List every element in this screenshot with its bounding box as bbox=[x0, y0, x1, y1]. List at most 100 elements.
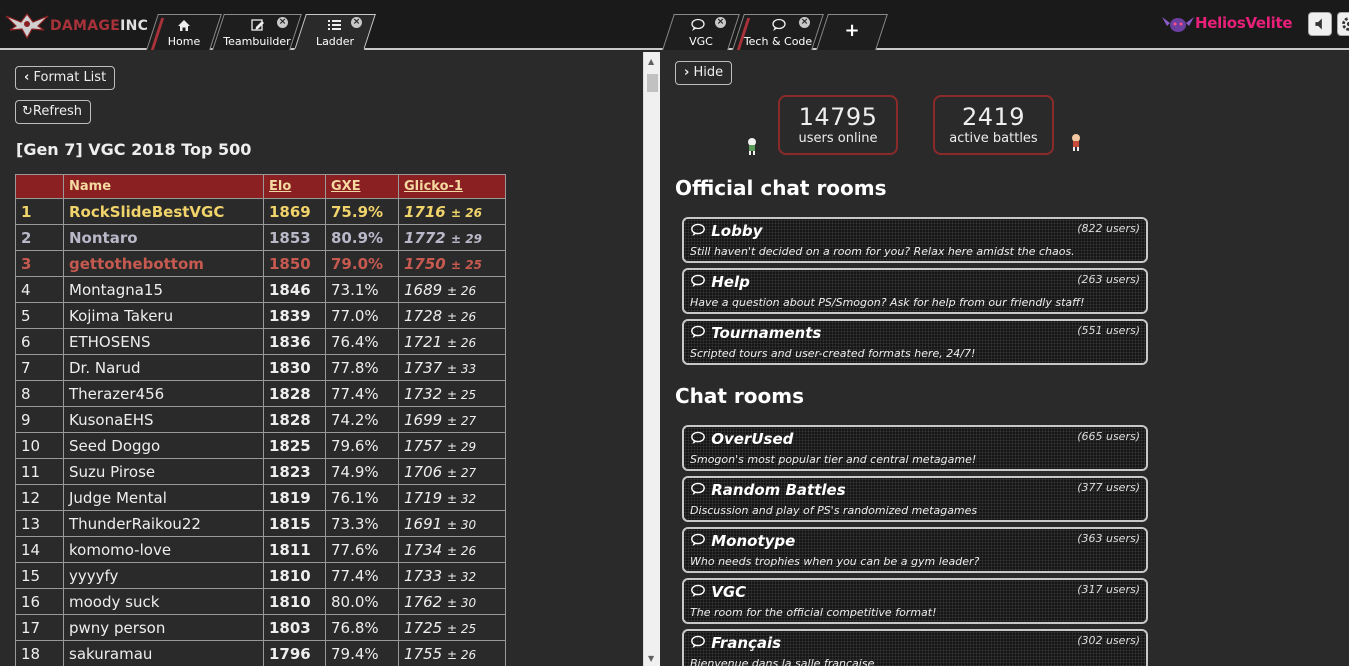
player-name-cell[interactable]: RockSlideBestVGC bbox=[63, 198, 264, 225]
active-battles-stat[interactable]: 2419 active battles bbox=[933, 95, 1054, 155]
tab-vgc[interactable]: VGC × bbox=[662, 14, 740, 50]
room-user-count: (302 users) bbox=[1077, 634, 1140, 647]
room-name: Monotype bbox=[690, 532, 795, 550]
player-name-cell[interactable]: Montagna15 bbox=[63, 276, 264, 303]
room-name-text: Monotype bbox=[711, 532, 796, 550]
tab-tech-code[interactable]: Tech & Code × bbox=[732, 14, 824, 50]
glicko-value: 1737 bbox=[404, 358, 443, 377]
rank-cell: 1 bbox=[15, 198, 64, 225]
player-name-cell[interactable]: Nontaro bbox=[63, 224, 264, 251]
gxe-cell: 79.6% bbox=[325, 432, 399, 459]
player-name-cell[interactable]: Suzu Pirose bbox=[63, 458, 264, 485]
new-tab-button[interactable]: + bbox=[816, 14, 888, 50]
room-name-text: Lobby bbox=[711, 222, 763, 240]
player-name-cell[interactable]: gettothebottom bbox=[63, 250, 264, 277]
username[interactable]: HeliosVelite bbox=[1195, 14, 1293, 32]
options-button[interactable] bbox=[1337, 12, 1349, 36]
format-list-button[interactable]: ‹ Format List bbox=[15, 66, 116, 90]
tab-home[interactable]: Home bbox=[146, 14, 222, 50]
scroll-down-icon[interactable]: ▼ bbox=[648, 654, 654, 663]
glicko-cell: 1706 ± 27 bbox=[398, 458, 506, 485]
glicko-deviation: ± 26 bbox=[446, 335, 477, 350]
player-name-cell[interactable]: komomo-love bbox=[63, 536, 264, 563]
avatar-icon[interactable] bbox=[1161, 13, 1195, 35]
gxe-cell: 73.1% bbox=[325, 276, 399, 303]
table-row: 9 KusonaEHS 1828 74.2% 1699 ± 27 bbox=[15, 406, 506, 433]
logo-eagle-icon[interactable] bbox=[4, 10, 50, 40]
chat-room-card[interactable]: Random Battles (377 users) Discussion and … bbox=[682, 476, 1148, 522]
users-online-label: users online bbox=[798, 131, 878, 146]
elo-cell: 1803 bbox=[263, 614, 326, 641]
glicko-cell: 1733 ± 32 bbox=[398, 562, 506, 589]
chat-room-card[interactable]: VGC (317 users) The room for the official … bbox=[682, 578, 1148, 624]
elo-column-header[interactable]: Elo bbox=[263, 174, 326, 199]
player-name-cell[interactable]: Seed Doggo bbox=[63, 432, 264, 459]
gxe-cell: 76.4% bbox=[325, 328, 399, 355]
table-row: 12 Judge Mental 1819 76.1% 1719 ± 32 bbox=[15, 484, 506, 511]
rooms-pane: › Hide 14795 users online 2419 active ba… bbox=[660, 52, 1349, 666]
scroll-up-icon[interactable]: ▲ bbox=[648, 57, 654, 66]
rank-cell: 16 bbox=[15, 588, 64, 615]
glicko-cell: 1755 ± 26 bbox=[398, 640, 506, 666]
gear-icon bbox=[1342, 17, 1349, 31]
player-name-cell[interactable]: Kojima Takeru bbox=[63, 302, 264, 329]
elo-cell: 1810 bbox=[263, 588, 326, 615]
close-icon[interactable]: × bbox=[799, 17, 810, 28]
users-online-stat[interactable]: 14795 users online bbox=[778, 95, 898, 155]
glicko-value: 1728 bbox=[404, 306, 443, 325]
gxe-cell: 77.6% bbox=[325, 536, 399, 563]
tab-vgc-label: VGC bbox=[689, 35, 713, 48]
player-name-cell[interactable]: Therazer456 bbox=[63, 380, 264, 407]
table-row: 5 Kojima Takeru 1839 77.0% 1728 ± 26 bbox=[15, 302, 506, 329]
ladder-scrollbar[interactable]: ▲ ▼ bbox=[643, 52, 660, 666]
elo-cell: 1830 bbox=[263, 354, 326, 381]
player-name-cell[interactable]: ThunderRaikou22 bbox=[63, 510, 264, 537]
close-icon[interactable]: × bbox=[715, 17, 726, 28]
name-column-header: Name bbox=[63, 174, 264, 199]
player-name-cell[interactable]: pwny person bbox=[63, 614, 264, 641]
chat-room-card[interactable]: Monotype (363 users) Who needs trophies wh… bbox=[682, 527, 1148, 573]
logo-text[interactable]: DAMAGEINC bbox=[50, 18, 148, 34]
glicko-column-header[interactable]: Glicko-1 bbox=[398, 174, 506, 199]
volume-button[interactable] bbox=[1308, 12, 1332, 36]
room-description: Have a question about PS/Smogon? Ask for… bbox=[690, 296, 1085, 309]
tab-teambuilder[interactable]: Teambuilder × bbox=[212, 14, 302, 50]
logo-text-inc: INC bbox=[120, 18, 149, 34]
gxe-column-header[interactable]: GXE bbox=[325, 174, 399, 199]
glicko-deviation: ± 32 bbox=[446, 491, 477, 506]
glicko-deviation: ± 25 bbox=[446, 387, 477, 402]
close-icon[interactable]: × bbox=[277, 17, 288, 28]
chat-icon bbox=[691, 223, 705, 236]
tab-ladder[interactable]: Ladder × bbox=[294, 14, 376, 50]
player-name-cell[interactable]: moody suck bbox=[63, 588, 264, 615]
glicko-deviation: ± 25 bbox=[446, 621, 477, 636]
rank-cell: 13 bbox=[15, 510, 64, 537]
elo-cell: 1796 bbox=[263, 640, 326, 666]
player-name-cell[interactable]: ETHOSENS bbox=[63, 328, 264, 355]
player-name-cell[interactable]: yyyyfy bbox=[63, 562, 264, 589]
sprite-left-icon bbox=[748, 138, 756, 155]
official-room-card[interactable]: Help (263 users) Have a question about PS/… bbox=[682, 268, 1148, 314]
room-user-count: (363 users) bbox=[1077, 532, 1140, 545]
glicko-cell: 1732 ± 25 bbox=[398, 380, 506, 407]
chat-icon bbox=[691, 533, 705, 546]
glicko-deviation: ± 29 bbox=[446, 439, 477, 454]
player-name-cell[interactable]: sakuramau bbox=[63, 640, 264, 666]
glicko-deviation: ± 29 bbox=[450, 231, 482, 246]
gxe-cell: 74.2% bbox=[325, 406, 399, 433]
gxe-cell: 77.4% bbox=[325, 562, 399, 589]
chat-room-card[interactable]: OverUsed (665 users) Smogon's most popular… bbox=[682, 425, 1148, 471]
table-row: 18 sakuramau 1796 79.4% 1755 ± 26 bbox=[15, 640, 506, 666]
refresh-button[interactable]: ↻Refresh bbox=[15, 100, 91, 124]
elo-cell: 1819 bbox=[263, 484, 326, 511]
chat-room-card[interactable]: Français (302 users) Bienvenue dans la sal… bbox=[682, 629, 1148, 666]
scroll-thumb[interactable] bbox=[647, 74, 658, 92]
player-name-cell[interactable]: Dr. Narud bbox=[63, 354, 264, 381]
player-name-cell[interactable]: KusonaEHS bbox=[63, 406, 264, 433]
player-name-cell[interactable]: Judge Mental bbox=[63, 484, 264, 511]
official-room-card[interactable]: Tournaments (551 users) Scripted tours and… bbox=[682, 319, 1148, 365]
room-name: OverUsed bbox=[690, 430, 793, 448]
close-icon[interactable]: × bbox=[351, 17, 362, 28]
hide-button[interactable]: › Hide bbox=[675, 61, 733, 85]
official-room-card[interactable]: Lobby (822 users) Still haven't decided on… bbox=[682, 217, 1148, 263]
